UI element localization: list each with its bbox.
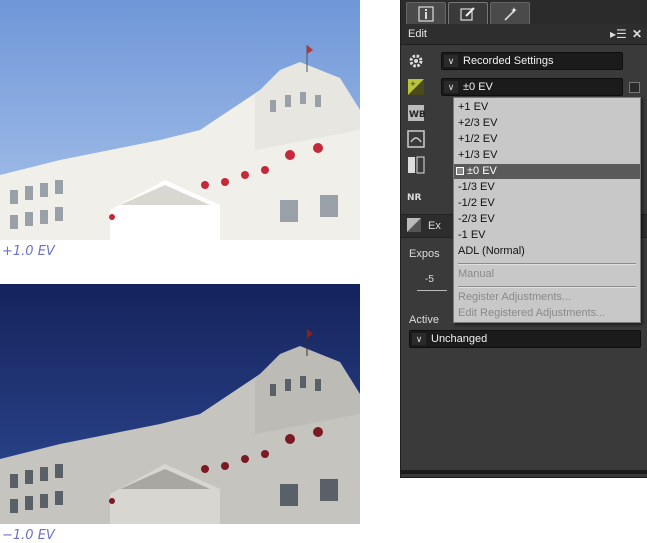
exposure-slider-track[interactable] — [417, 290, 447, 291]
dropdown-item[interactable]: +1/2 EV — [454, 132, 640, 147]
exposure-section-icon — [407, 218, 421, 232]
exposure-dropdown-menu: +1 EV +2/3 EV +1/2 EV +1/3 EV ±0 EV -1/3… — [453, 97, 641, 323]
dropdown-item-disabled: Edit Registered Adjustments... — [458, 307, 606, 319]
active-dlighting-combo[interactable]: ∨ Unchanged — [409, 330, 641, 348]
chevron-down-icon: ∨ — [444, 55, 458, 67]
panel-header: Edit ▸☰ ✕ — [401, 24, 647, 45]
tab-retouch[interactable] — [490, 2, 530, 24]
info-icon — [418, 6, 434, 22]
checkmark-icon — [456, 167, 464, 175]
dropdown-item-disabled: Register Adjustments... — [458, 291, 572, 303]
svg-text:+: + — [410, 80, 416, 88]
dropdown-item[interactable]: -1/3 EV — [454, 180, 640, 195]
dropdown-item[interactable]: -1/2 EV — [454, 196, 640, 211]
exposure-slider-min: -5 — [425, 274, 434, 285]
svg-text:WB: WB — [409, 110, 425, 120]
panel-bottom-bar — [401, 470, 647, 474]
active-dlighting-label: Active — [409, 314, 439, 326]
dropdown-item[interactable]: +1/3 EV — [454, 148, 640, 163]
noise-reduction-icon[interactable]: NR — [407, 186, 425, 204]
chevron-down-icon: ∨ — [412, 333, 426, 345]
magic-wand-icon — [504, 7, 517, 21]
gear-icon[interactable] — [407, 52, 425, 70]
exposure-compensation-checkbox[interactable] — [629, 82, 640, 93]
panel-tab-bar — [401, 0, 647, 24]
dropdown-item-disabled: Manual — [458, 268, 495, 280]
panel-title: Edit — [408, 28, 427, 40]
photo-minus-one-ev — [0, 284, 360, 524]
picture-control-value: Recorded Settings — [463, 55, 554, 67]
exposure-section-title: Ex — [428, 220, 441, 232]
caption-plus-one-ev: +1.0 EV — [2, 244, 55, 259]
expand-menu-icon[interactable]: ▸☰ — [610, 27, 627, 41]
dropdown-item[interactable]: +1 EV — [454, 100, 640, 115]
exposure-label: Expos — [409, 248, 440, 260]
dropdown-item[interactable]: +2/3 EV — [454, 116, 640, 131]
white-balance-icon[interactable]: WB — [407, 104, 425, 122]
tab-info[interactable] — [406, 2, 446, 24]
svg-text:NR: NR — [407, 193, 422, 203]
dropdown-item[interactable]: -1 EV — [454, 228, 640, 243]
picture-control-combo[interactable]: ∨ Recorded Settings — [441, 52, 623, 70]
dropdown-separator — [458, 263, 636, 265]
active-dlighting-value: Unchanged — [431, 333, 488, 345]
picture-control-icon[interactable] — [407, 130, 425, 148]
dropdown-item-selected[interactable]: ±0 EV — [454, 164, 640, 179]
dropdown-separator — [458, 286, 636, 288]
dropdown-item[interactable]: -2/3 EV — [454, 212, 640, 227]
contrast-icon[interactable] — [407, 156, 425, 174]
close-icon[interactable]: ✕ — [632, 27, 642, 41]
exposure-compensation-icon[interactable]: + — [407, 78, 425, 96]
tab-edit[interactable] — [448, 2, 488, 24]
chevron-down-icon: ∨ — [444, 81, 458, 93]
exposure-compensation-combo[interactable]: ∨ ±0 EV — [441, 78, 623, 96]
photo-plus-one-ev — [0, 0, 360, 240]
dropdown-item[interactable]: ADL (Normal) — [454, 244, 640, 259]
exposure-compensation-value: ±0 EV — [463, 81, 493, 93]
edit-pencil-icon — [460, 7, 475, 21]
caption-minus-one-ev: −1.0 EV — [2, 528, 55, 543]
